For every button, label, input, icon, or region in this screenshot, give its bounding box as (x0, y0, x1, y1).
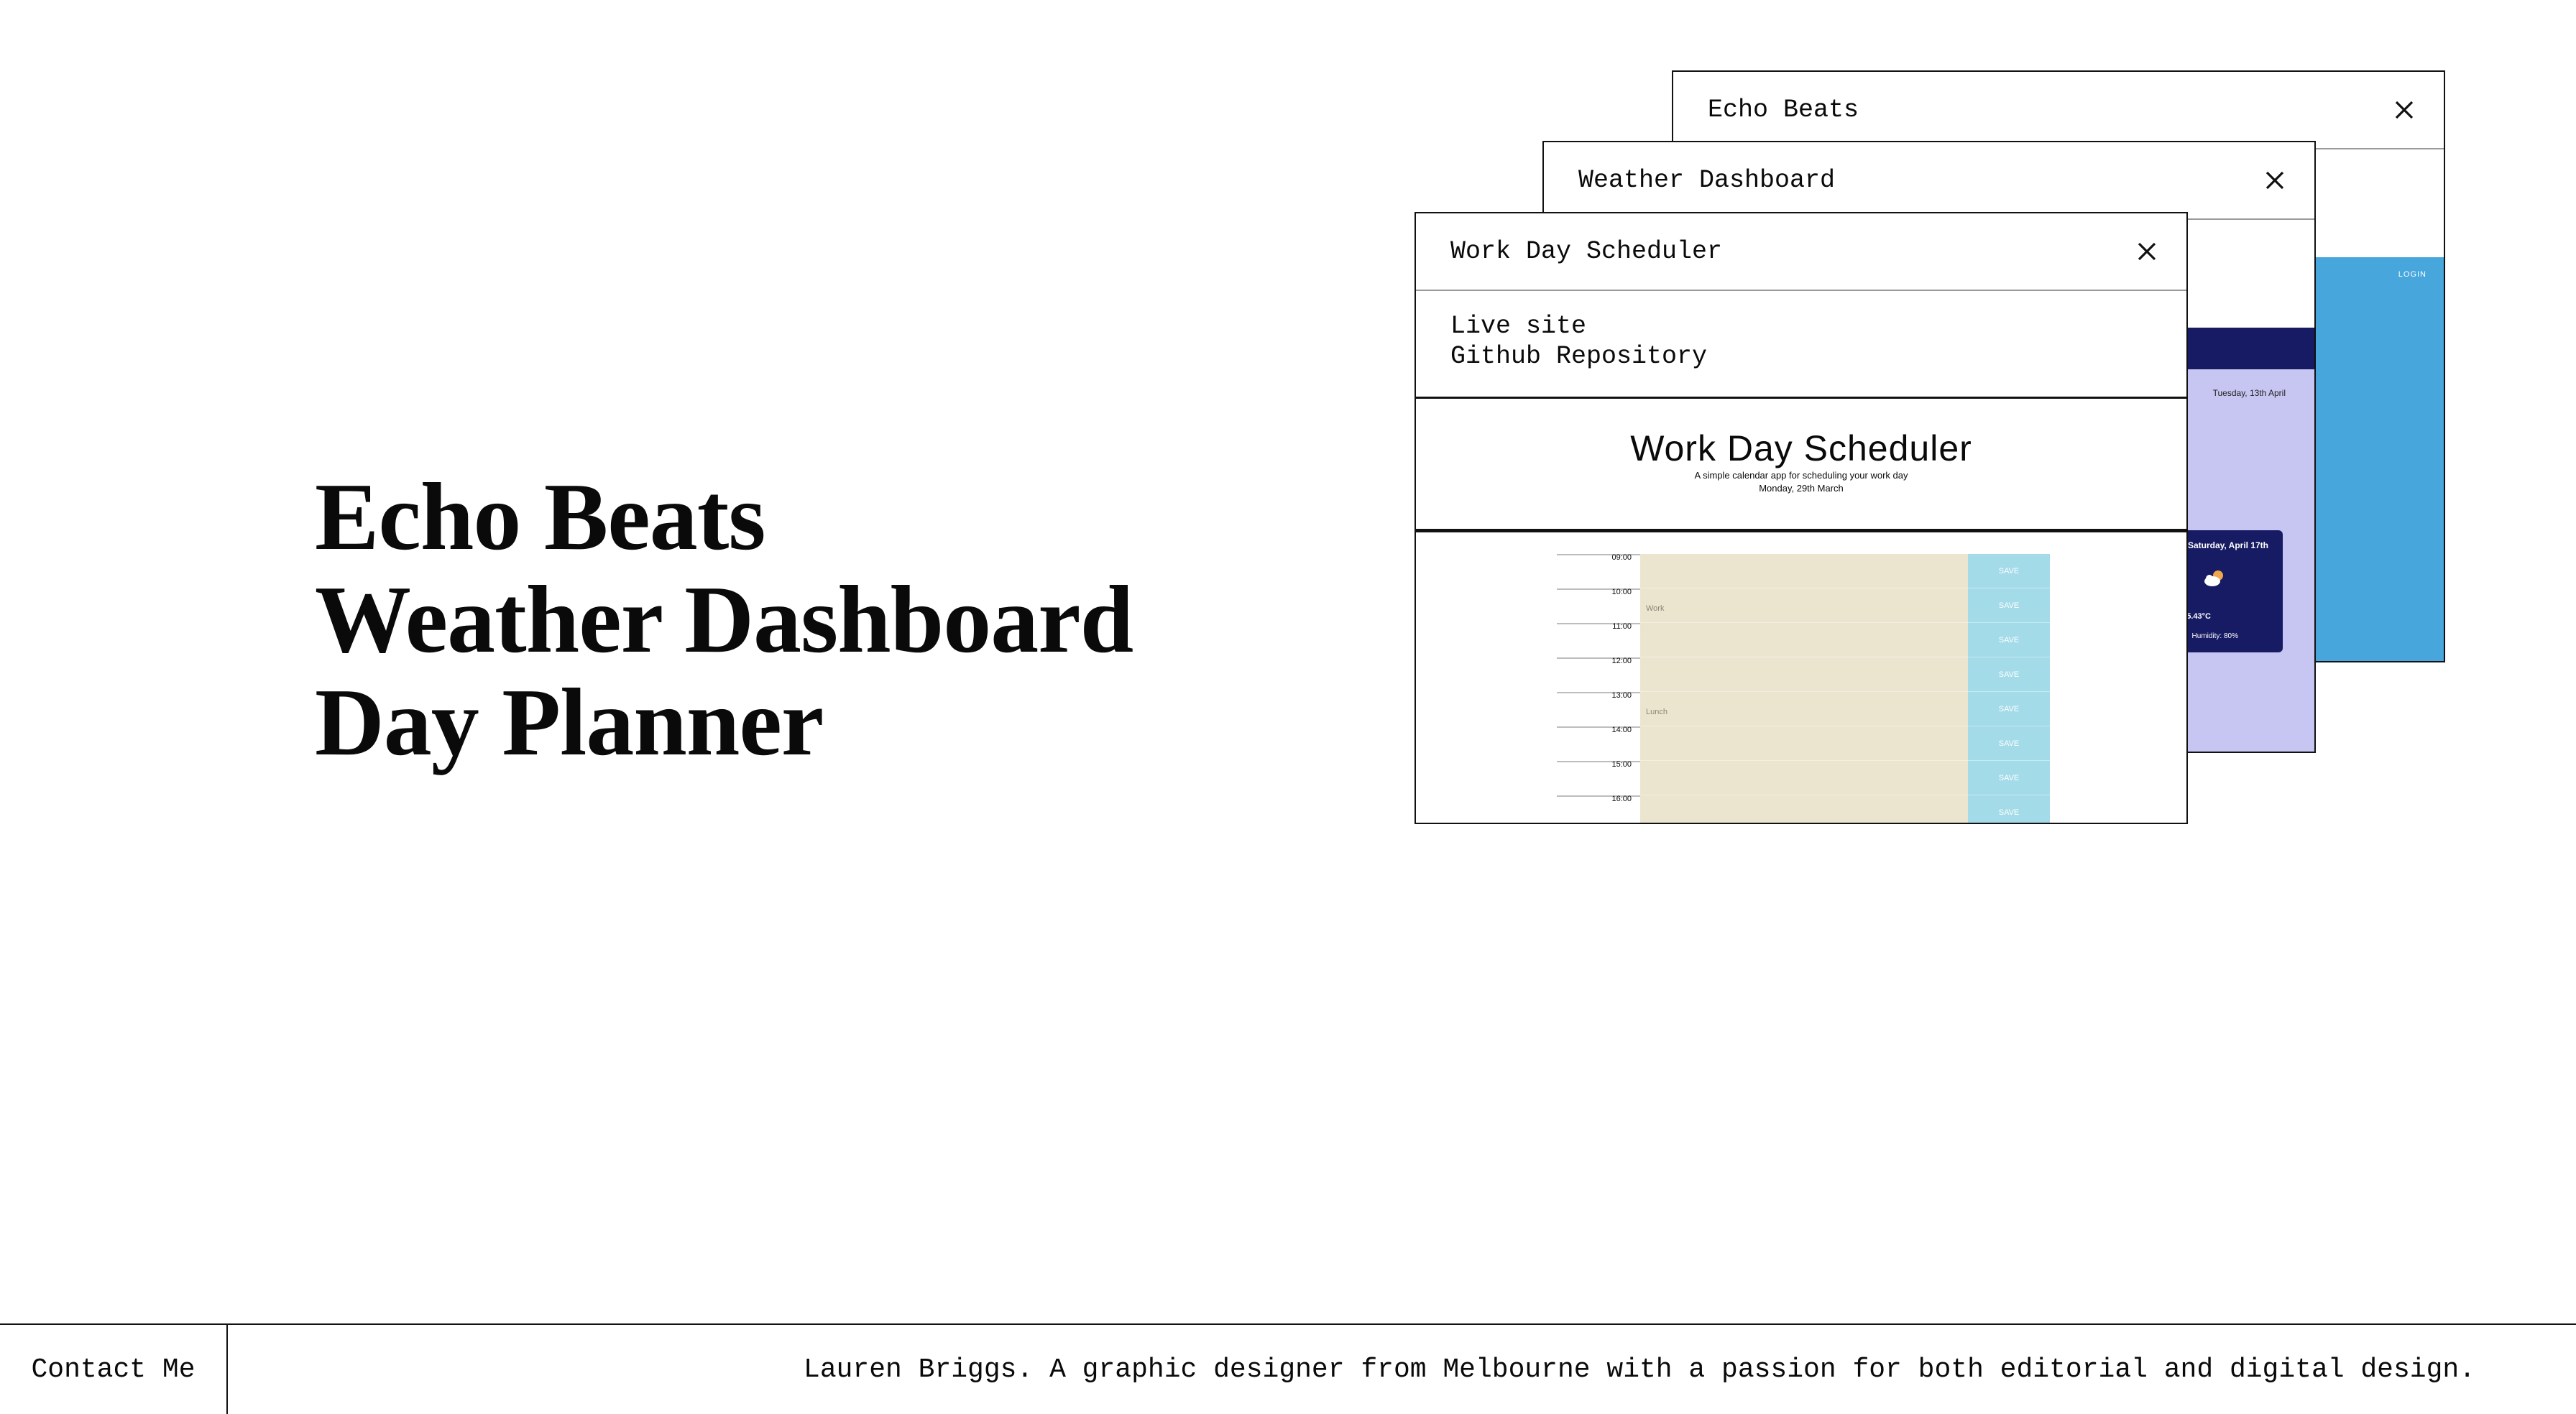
close-icon[interactable] (2263, 168, 2287, 193)
project-link-day-planner[interactable]: Day Planner (315, 671, 1133, 774)
hour-textarea[interactable] (1640, 554, 1968, 588)
contact-me-button[interactable]: Contact Me (0, 1325, 228, 1414)
preview-date: Monday, 29th March (1759, 483, 1844, 494)
hour-row: 15:00 SAVE (1557, 761, 2050, 795)
live-site-link[interactable]: Live site (1450, 311, 2152, 341)
window-work-day-scheduler: Work Day Scheduler Live site Github Repo… (1414, 212, 2188, 824)
preview-subtitle: A simple calendar app for scheduling you… (1694, 470, 1908, 481)
window-header[interactable]: Work Day Scheduler (1416, 213, 2186, 291)
hour-textarea[interactable] (1640, 657, 1968, 692)
save-button[interactable]: SAVE (1968, 554, 2050, 588)
window-header[interactable]: Echo Beats (1673, 72, 2444, 149)
hour-label: 11:00 (1557, 623, 1640, 657)
hour-label: 13:00 (1557, 692, 1640, 726)
hour-row: 09:00 SAVE (1557, 554, 2050, 588)
preview-header: Work Day Scheduler A simple calendar app… (1416, 399, 2186, 532)
forecast-day: Saturday, April 17th (2187, 540, 2268, 550)
project-link-echo-beats[interactable]: Echo Beats (315, 466, 1133, 568)
hour-textarea[interactable]: Lunch (1640, 692, 1968, 726)
save-button[interactable]: SAVE (1968, 795, 2050, 823)
save-button[interactable]: SAVE (1968, 623, 2050, 657)
planner-grid: 09:00 SAVE 10:00 Work SAVE 11:00 SAVE 12… (1557, 554, 2050, 823)
github-repository-link[interactable]: Github Repository (1450, 341, 2152, 371)
footer: Contact Me Lauren Briggs. A graphic desi… (0, 1323, 2576, 1414)
hour-label: 16:00 (1557, 795, 1640, 823)
hour-textarea[interactable] (1640, 795, 1968, 823)
project-list: Echo Beats Weather Dashboard Day Planner (315, 466, 1133, 774)
hour-textarea[interactable] (1640, 761, 1968, 795)
save-button[interactable]: SAVE (1968, 761, 2050, 795)
close-icon[interactable] (2135, 239, 2159, 264)
cloud-sun-icon (2202, 569, 2227, 591)
window-title: Work Day Scheduler (1450, 237, 1723, 266)
window-header[interactable]: Weather Dashboard (1544, 142, 2314, 220)
window-title: Echo Beats (1708, 96, 1859, 124)
hour-row: 16:00 SAVE (1557, 795, 2050, 823)
hour-row: 12:00 SAVE (1557, 657, 2050, 692)
hour-row: 11:00 SAVE (1557, 623, 2050, 657)
project-links: Live site Github Repository (1416, 291, 2186, 399)
preview-login-link: LOGIN (2398, 270, 2426, 279)
hour-label: 14:00 (1557, 726, 1640, 761)
preview-date: Tuesday, 13th April (2212, 388, 2286, 398)
hour-row: 10:00 Work SAVE (1557, 588, 2050, 623)
hour-textarea[interactable]: Work (1640, 588, 1968, 623)
preview-title: Work Day Scheduler (1630, 428, 1972, 468)
hour-label: 15:00 (1557, 761, 1640, 795)
forecast-humidity: Humidity: 80% (2191, 632, 2238, 640)
window-title: Weather Dashboard (1578, 166, 1836, 195)
project-link-weather-dashboard[interactable]: Weather Dashboard (315, 568, 1133, 671)
hour-textarea[interactable] (1640, 623, 1968, 657)
hour-row: 14:00 SAVE (1557, 726, 2050, 761)
hour-row: 13:00 Lunch SAVE (1557, 692, 2050, 726)
hour-textarea[interactable] (1640, 726, 1968, 761)
hour-label: 10:00 (1557, 588, 1640, 623)
save-button[interactable]: SAVE (1968, 726, 2050, 761)
bio-text: Lauren Briggs. A graphic designer from M… (804, 1354, 2475, 1385)
save-button[interactable]: SAVE (1968, 657, 2050, 692)
save-button[interactable]: SAVE (1968, 588, 2050, 623)
hour-label: 12:00 (1557, 657, 1640, 692)
hour-label: 09:00 (1557, 554, 1640, 588)
save-button[interactable]: SAVE (1968, 692, 2050, 726)
close-icon[interactable] (2392, 98, 2416, 122)
